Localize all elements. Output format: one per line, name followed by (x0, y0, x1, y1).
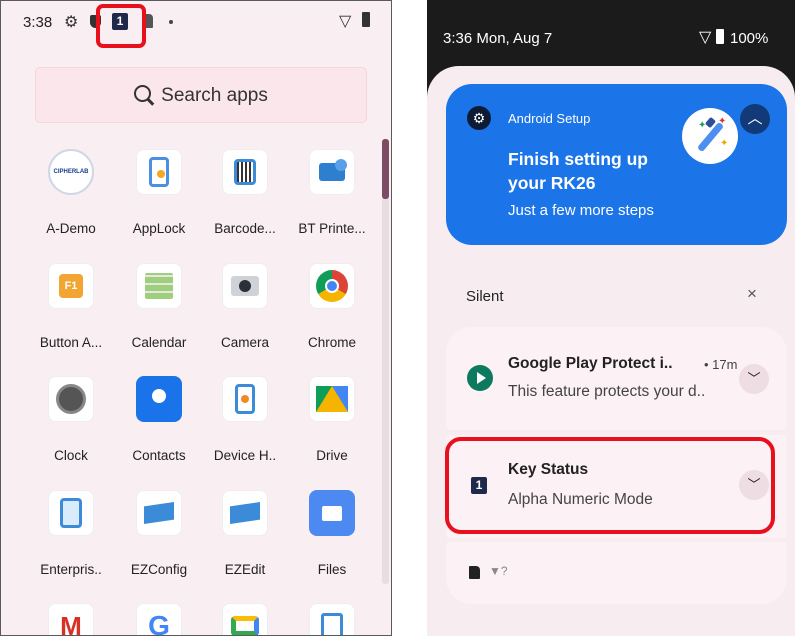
drive-icon (309, 376, 355, 422)
app-device-health[interactable]: Device H.. (201, 376, 289, 463)
camera-icon (222, 263, 268, 309)
app-chrome[interactable]: Chrome (288, 263, 376, 350)
status-time: 3:36 Mon, Aug 7 (443, 30, 553, 47)
search-icon (134, 85, 152, 103)
android-setup-notification[interactable]: ⚙ Android Setup Finish setting up your R… (446, 84, 787, 245)
notification-title: Finish setting up your RK26 (508, 149, 648, 193)
app-label: Contacts (132, 448, 186, 463)
sim-icon (469, 566, 480, 579)
app-gmail[interactable]: M (27, 603, 115, 635)
battery-percent: 100% (730, 30, 769, 47)
ezconfig-icon (136, 490, 182, 536)
button-assignment-icon: F1 (48, 263, 94, 309)
silent-section-label: Silent (466, 288, 504, 305)
app-label: BT Printe... (298, 221, 366, 236)
wifi-icon: ▽ (699, 29, 712, 46)
app-nfc[interactable] (288, 603, 376, 635)
notification-body: This feature protects your d.. (508, 383, 706, 400)
app-drive[interactable]: Drive (288, 376, 376, 463)
notification-app-name: Android Setup (508, 111, 591, 126)
status-time: 3:38 (23, 14, 53, 31)
chevron-up-icon[interactable]: ︿ (740, 104, 770, 134)
app-label: EZConfig (130, 562, 188, 577)
battery-icon (716, 29, 724, 44)
play-protect-notification[interactable]: Google Play Protect i.. • 17m This featu… (446, 327, 787, 430)
applock-icon (136, 149, 182, 195)
battery-icon (362, 12, 370, 27)
app-files[interactable]: Files (288, 490, 376, 577)
wifi-unknown-icon: ▼? (489, 564, 508, 578)
enterprise-icon (48, 490, 94, 536)
clock-icon (48, 376, 94, 422)
wifi-icon: ▽ (339, 13, 352, 30)
meet-icon (222, 603, 268, 635)
app-label: AppLock (132, 221, 186, 236)
app-label: Chrome (307, 335, 356, 350)
cipherlab-logo-text: CIPHERLAB (53, 169, 89, 175)
app-label: EZEdit (224, 562, 266, 577)
app-camera[interactable]: Camera (201, 263, 289, 350)
minimized-notifications-row[interactable]: ▼? (446, 542, 787, 604)
notification-title: Google Play Protect i.. (508, 355, 673, 372)
app-label: A-Demo (46, 221, 96, 236)
app-a-demo[interactable]: CIPHERLAB A-Demo (27, 149, 115, 236)
app-contacts[interactable]: Contacts (115, 376, 203, 463)
app-enterprise[interactable]: Enterpris.. (27, 490, 115, 577)
key-mode-highlight-box (96, 4, 146, 48)
gear-icon: ⚙ (467, 106, 491, 130)
app-label: Drive (316, 448, 348, 463)
app-ezedit[interactable]: EZEdit (201, 490, 289, 577)
f1-key-text: F1 (59, 274, 83, 298)
gear-icon: ⚙ (64, 14, 79, 31)
files-icon (309, 490, 355, 536)
magic-wand-icon: ✦ ✦ ✦ (682, 108, 738, 164)
app-label: Button A... (39, 335, 103, 350)
bt-printer-icon (309, 149, 355, 195)
status-bar: 3:38 ⚙ 1 ▽ (1, 1, 391, 45)
google-icon: G (136, 603, 182, 635)
calendar-icon (136, 263, 182, 309)
app-button-assignment[interactable]: F1 Button A... (27, 263, 115, 350)
contacts-icon (136, 376, 182, 422)
app-clock[interactable]: Clock (27, 376, 115, 463)
more-notifications-dot-icon (169, 20, 173, 24)
app-barcode[interactable]: Barcode... (201, 149, 289, 236)
scrollbar-track[interactable] (382, 139, 389, 584)
notification-time: • 17m (704, 357, 738, 372)
app-label: Files (317, 562, 347, 577)
app-drawer-screen: 3:38 ⚙ 1 ▽ Search apps CIPHERLAB A-Demo … (0, 0, 392, 636)
app-google[interactable]: G (115, 603, 203, 635)
app-calendar[interactable]: Calendar (115, 263, 203, 350)
app-label: Enterpris.. (40, 562, 102, 577)
chrome-icon (309, 263, 355, 309)
scrollbar-thumb[interactable] (382, 139, 389, 199)
gmail-icon: M (48, 603, 94, 635)
app-label: Barcode... (214, 221, 276, 236)
barcode-icon (222, 149, 268, 195)
app-label: Camera (220, 335, 269, 350)
app-label: Device H.. (213, 448, 277, 463)
search-apps-field[interactable]: Search apps (35, 67, 367, 123)
app-label: Calendar (131, 335, 187, 350)
nfc-icon (309, 603, 355, 635)
play-protect-icon (467, 365, 493, 391)
cipherlab-icon: CIPHERLAB (48, 149, 94, 195)
ezedit-icon (222, 490, 268, 536)
device-health-icon (222, 376, 268, 422)
key-status-highlight-box (445, 437, 775, 534)
chevron-down-icon[interactable]: ﹀ (739, 364, 769, 394)
search-placeholder: Search apps (161, 85, 268, 106)
app-bt-printer[interactable]: BT Printe... (288, 149, 376, 236)
app-applock[interactable]: AppLock (115, 149, 203, 236)
close-icon[interactable]: × (747, 284, 757, 304)
notification-subtitle: Just a few more steps (508, 202, 654, 219)
app-label: Clock (54, 448, 88, 463)
notification-shade-screen: 3:36 Mon, Aug 7 ▽ 100% ⚙ Android Setup F… (427, 0, 795, 636)
app-meet[interactable] (201, 603, 289, 635)
app-ezconfig[interactable]: EZConfig (115, 490, 203, 577)
